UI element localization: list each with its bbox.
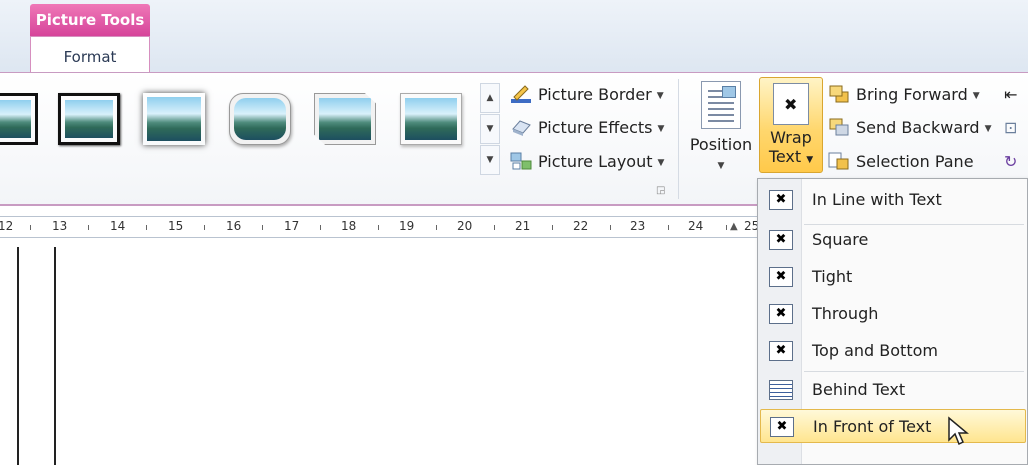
picture-styles-gallery: [0, 87, 480, 151]
wrap-in-front-icon: ✖: [770, 417, 794, 437]
wrap-square-icon: ✖: [769, 230, 793, 250]
chevron-down-icon: ▼: [984, 123, 992, 134]
chevron-down-icon: ▼: [717, 161, 725, 171]
gallery-scroll-up-button[interactable]: ▲: [480, 83, 500, 113]
picture-layout-button[interactable]: Picture Layout ▼: [510, 148, 664, 176]
menu-item-through[interactable]: ✖ Through: [760, 297, 1026, 331]
menu-item-square[interactable]: ✖ Square: [760, 223, 1026, 257]
picture-style-thumbnail[interactable]: [314, 93, 376, 145]
menu-item-top-and-bottom[interactable]: ✖ Top and Bottom: [760, 334, 1026, 368]
selection-pane-icon: [828, 151, 850, 171]
gallery-scroll: ▲ ▼ ▼: [480, 83, 500, 175]
picture-tools-header: Picture Tools: [30, 4, 150, 36]
layout-icon: [510, 151, 532, 171]
position-icon: [701, 81, 741, 129]
bring-forward-icon: [828, 84, 850, 104]
wrap-text-button[interactable]: ✖ Wrap Text ▼: [759, 77, 823, 173]
group-icon[interactable]: ⊡: [1004, 114, 1017, 142]
picture-style-thumbnail[interactable]: [58, 93, 120, 145]
wrap-inline-icon: ✖: [769, 190, 793, 210]
wrap-top-bottom-icon: ✖: [769, 341, 793, 361]
pencil-icon: [510, 84, 532, 104]
picture-style-thumbnail[interactable]: [229, 93, 291, 145]
wrap-text-menu: ✖ In Line with Text ✖ Square ✖ Tight ✖ T…: [757, 178, 1028, 465]
chevron-down-icon: ▼: [657, 157, 665, 168]
picture-effects-button[interactable]: Picture Effects ▼: [510, 114, 664, 142]
send-backward-icon: [828, 117, 850, 137]
wrap-text-icon: ✖: [773, 83, 809, 125]
picture-border-button[interactable]: Picture Border ▼: [510, 81, 664, 109]
margin-line: [17, 247, 19, 465]
picture-tools-tab-group: Picture Tools Format: [30, 4, 150, 76]
gallery-scroll-down-button[interactable]: ▼: [480, 114, 500, 144]
table-border-line: [54, 247, 56, 465]
menu-item-in-front-of-text[interactable]: ✖ In Front of Text: [760, 409, 1026, 443]
menu-item-tight[interactable]: ✖ Tight: [760, 260, 1026, 294]
wrap-behind-icon: [769, 380, 793, 400]
position-button[interactable]: Position ▼: [684, 79, 758, 199]
menu-item-in-line-with-text[interactable]: ✖ In Line with Text: [760, 183, 1026, 217]
picture-style-thumbnail[interactable]: [400, 93, 462, 145]
group-divider: [678, 79, 679, 199]
chevron-down-icon: ▼: [656, 90, 664, 101]
chevron-down-icon: ▼: [657, 123, 665, 134]
dialog-launcher-icon[interactable]: ◲: [656, 185, 665, 196]
send-backward-button[interactable]: Send Backward ▼: [828, 114, 992, 142]
bring-forward-button[interactable]: Bring Forward ▼: [828, 81, 980, 109]
effects-icon: [510, 117, 532, 137]
picture-style-thumbnail[interactable]: [0, 93, 38, 145]
picture-style-thumbnail[interactable]: [143, 93, 205, 145]
selection-pane-button[interactable]: Selection Pane: [828, 148, 974, 176]
wrap-tight-icon: ✖: [769, 267, 793, 287]
rotate-icon[interactable]: ↻: [1004, 148, 1017, 176]
wrap-through-icon: ✖: [769, 304, 793, 324]
mouse-cursor-icon: [947, 416, 970, 450]
gallery-more-button[interactable]: ▼: [480, 145, 500, 175]
chevron-down-icon: ▼: [806, 155, 814, 165]
menu-item-behind-text[interactable]: Behind Text: [760, 373, 1026, 407]
ribbon-tab-strip: Picture Tools Format: [0, 0, 1028, 76]
indent-marker-icon[interactable]: ▲: [730, 221, 738, 232]
tab-format[interactable]: Format: [30, 36, 150, 76]
align-icon[interactable]: ⇤: [1004, 81, 1017, 109]
chevron-down-icon: ▼: [972, 90, 980, 101]
